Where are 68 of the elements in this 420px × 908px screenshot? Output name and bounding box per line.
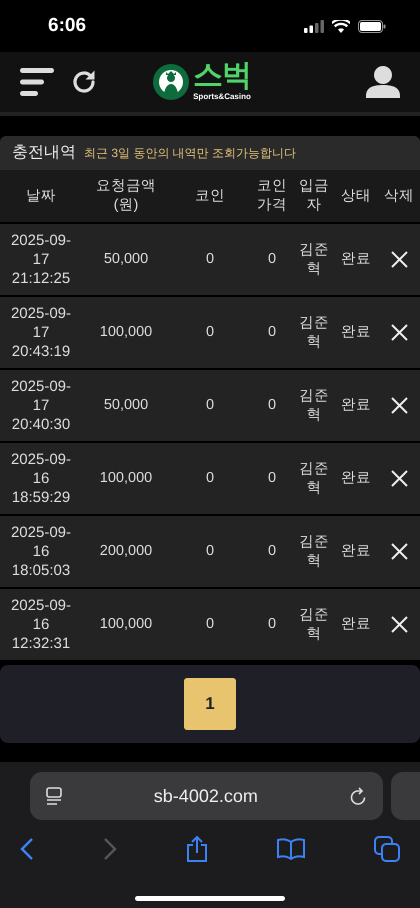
delete-icon[interactable] <box>390 470 408 487</box>
coin-cell-text: 0 <box>204 542 216 561</box>
amount-cell-text: 200,000 <box>98 542 154 561</box>
reader-icon[interactable] <box>46 787 62 805</box>
column-header: 요청금액 (원) <box>95 177 157 215</box>
back-icon[interactable] <box>20 837 34 861</box>
date-cell-text: 2025-09-17 20:43:19 <box>10 304 72 362</box>
depositor-cell-text: 김준혁 <box>298 314 330 352</box>
coin-price-cell-text: 0 <box>266 469 278 488</box>
depositor-cell-text: 김준혁 <box>298 606 330 644</box>
coin-price-cell-text: 0 <box>266 323 278 342</box>
tabs-icon[interactable] <box>374 836 400 862</box>
clock-time: 6:06 <box>48 14 86 38</box>
delete-icon[interactable] <box>390 251 408 268</box>
coin-price-cell-text: 0 <box>266 396 278 415</box>
date-cell-text: 2025-09-16 18:59:29 <box>10 450 72 508</box>
date-cell-text: 2025-09-17 21:12:25 <box>10 231 72 289</box>
delete-icon[interactable] <box>390 616 408 633</box>
coin-cell-text: 0 <box>204 469 216 488</box>
depositor-cell-text: 김준혁 <box>298 460 330 498</box>
panel-title: 충전내역 <box>12 143 76 163</box>
logo-subtext: Sports&Casino <box>193 91 251 103</box>
amount-cell-text: 50,000 <box>102 396 150 415</box>
share-icon[interactable] <box>186 835 208 863</box>
depositor-cell-text: 김준혁 <box>298 532 330 570</box>
column-header: 삭제 <box>383 186 415 206</box>
logo-emblem-icon <box>153 64 189 100</box>
status-cell-text: 완료 <box>340 396 372 415</box>
coin-price-cell-text: 0 <box>266 542 278 561</box>
page-button[interactable]: 1 <box>184 678 236 730</box>
url-text[interactable]: sb-4002.com <box>154 782 258 810</box>
amount-cell-text: 100,000 <box>98 615 154 634</box>
depositor-cell-text: 김준혁 <box>298 386 330 424</box>
amount-cell-text: 50,000 <box>102 250 150 269</box>
coin-price-cell-text: 0 <box>266 250 278 269</box>
coin-cell-text: 0 <box>204 250 216 269</box>
status-cell-text: 완료 <box>340 469 372 488</box>
status-cell-text: 완료 <box>340 323 372 342</box>
delete-icon[interactable] <box>390 397 408 414</box>
reload-icon[interactable] <box>350 786 367 806</box>
date-cell-text: 2025-09-16 18:05:03 <box>10 523 72 581</box>
signal-icon <box>304 20 324 32</box>
status-cell-text: 완료 <box>340 542 372 561</box>
date-cell-text: 2025-09-16 12:32:31 <box>10 596 72 654</box>
delete-icon[interactable] <box>390 543 408 560</box>
column-header: 상태 <box>340 186 372 206</box>
depositor-cell-text: 김준혁 <box>298 240 330 278</box>
date-cell-text: 2025-09-17 20:40:30 <box>10 377 72 435</box>
menu-icon[interactable] <box>20 68 54 96</box>
notice-text: 최근 3일 동안의 내역만 조회가능합니다 <box>84 145 296 162</box>
wifi-icon <box>332 20 350 32</box>
coin-price-cell-text: 0 <box>266 615 278 634</box>
logo-text: 스벅 <box>193 61 251 91</box>
user-icon[interactable] <box>366 66 400 98</box>
column-header: 입금자 <box>298 177 330 215</box>
column-header: 날짜 <box>25 186 57 206</box>
coin-cell-text: 0 <box>204 615 216 634</box>
delete-icon[interactable] <box>390 324 408 341</box>
column-header: 코인 가격 <box>256 177 288 215</box>
status-cell-text: 완료 <box>340 250 372 269</box>
coin-cell-text: 0 <box>204 396 216 415</box>
status-cell-text: 완료 <box>340 615 372 634</box>
amount-cell-text: 100,000 <box>98 469 154 488</box>
column-header: 코인 <box>194 186 226 206</box>
amount-cell-text: 100,000 <box>98 323 154 342</box>
coin-cell-text: 0 <box>204 323 216 342</box>
battery-icon <box>358 20 386 32</box>
bookmarks-icon[interactable] <box>277 838 305 860</box>
